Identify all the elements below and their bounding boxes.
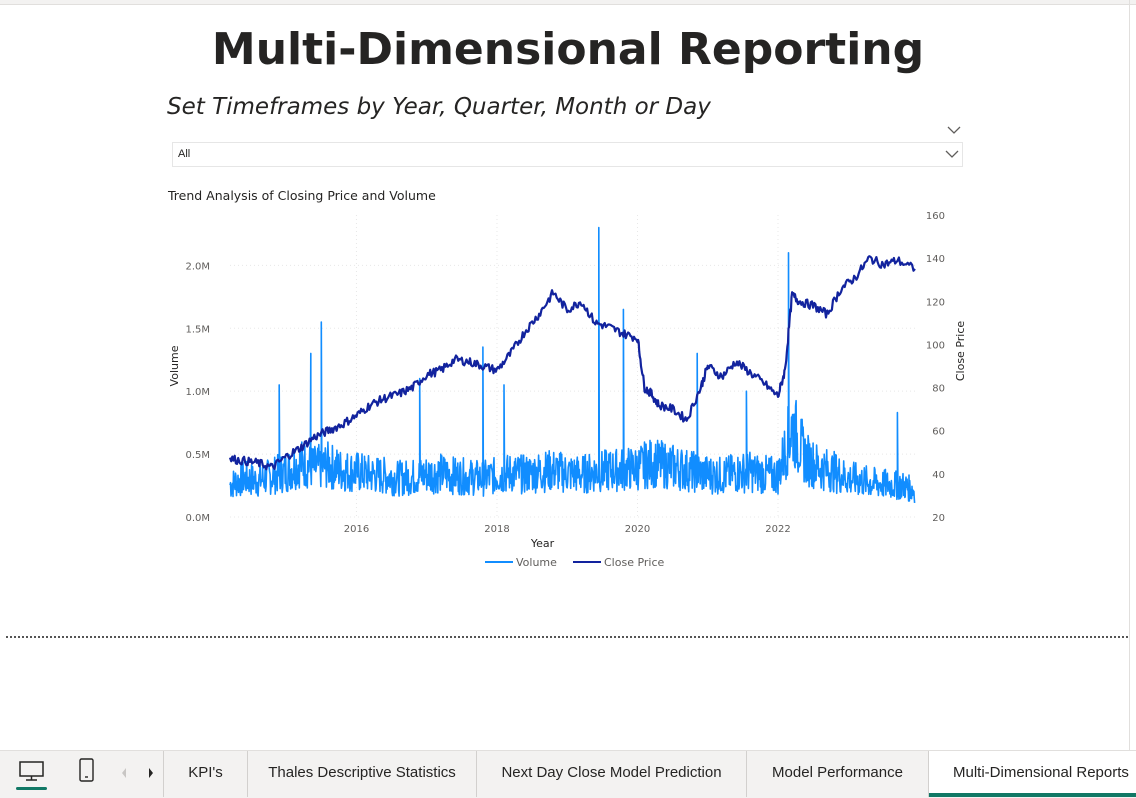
tab-kpis[interactable]: KPI's bbox=[163, 751, 247, 797]
tab-label: Thales Descriptive Statistics bbox=[268, 764, 456, 781]
y-left-tick-label: 0.0M bbox=[185, 513, 210, 524]
slicer-selected-value: All bbox=[178, 148, 191, 160]
tab-label: Model Performance bbox=[772, 764, 903, 781]
tab-label: Multi-Dimensional Reports bbox=[953, 764, 1129, 781]
y-right-tick-label: 100 bbox=[926, 340, 945, 351]
desktop-icon[interactable] bbox=[18, 759, 46, 783]
tab-thales-descriptive-statistics[interactable]: Thales Descriptive Statistics bbox=[247, 751, 476, 797]
x-axis-title: Year bbox=[530, 537, 555, 550]
chevron-right-icon[interactable] bbox=[145, 765, 157, 781]
y-right-tick-label: 80 bbox=[932, 384, 945, 395]
page-subtitle: Set Timeframes by Year, Quarter, Month o… bbox=[167, 94, 711, 120]
y-left-axis-title: Volume bbox=[168, 345, 181, 386]
chevron-left-icon[interactable] bbox=[118, 765, 130, 781]
tab-multi-dimensional-reports[interactable]: Multi-Dimensional Reports bbox=[928, 751, 1136, 797]
tab-model-performance[interactable]: Model Performance bbox=[746, 751, 928, 797]
close-price-series-line bbox=[228, 255, 916, 471]
chevron-down-icon[interactable] bbox=[944, 147, 960, 161]
y-right-tick-label: 40 bbox=[932, 470, 945, 481]
tab-label: Next Day Close Model Prediction bbox=[501, 764, 722, 781]
canvas-right-border bbox=[1129, 0, 1130, 750]
y-left-tick-label: 2.0M bbox=[185, 261, 210, 272]
x-tick-label: 2018 bbox=[484, 524, 509, 535]
legend-label-close-price: Close Price bbox=[604, 556, 665, 569]
tab-next-day-close-model-prediction[interactable]: Next Day Close Model Prediction bbox=[476, 751, 746, 797]
tab-label: KPI's bbox=[188, 764, 223, 781]
chevron-down-icon[interactable] bbox=[945, 123, 963, 137]
x-tick-label: 2020 bbox=[625, 524, 650, 535]
mobile-icon[interactable] bbox=[78, 757, 96, 783]
volume-series-line bbox=[229, 226, 916, 503]
legend-label-volume: Volume bbox=[516, 556, 557, 569]
y-left-tick-label: 1.0M bbox=[185, 387, 210, 398]
section-divider bbox=[6, 636, 1128, 638]
y-right-axis-title: Close Price bbox=[954, 321, 967, 382]
active-tab-indicator bbox=[929, 793, 1136, 797]
page-tab-bar: KPI's Thales Descriptive Statistics Next… bbox=[0, 750, 1136, 798]
y-right-tick-label: 120 bbox=[926, 297, 945, 308]
desktop-view-indicator bbox=[16, 787, 47, 790]
page-title: Multi-Dimensional Reporting bbox=[211, 24, 925, 75]
y-right-tick-label: 60 bbox=[932, 427, 945, 438]
x-tick-label: 2016 bbox=[344, 524, 369, 535]
y-right-tick-label: 20 bbox=[932, 513, 945, 524]
y-left-tick-label: 1.5M bbox=[185, 324, 210, 335]
timeframe-slicer[interactable]: All bbox=[172, 142, 963, 167]
y-right-tick-label: 160 bbox=[926, 211, 945, 222]
trend-chart: 0.0M 0.5M 1.0M 1.5M 2.0M 20 40 60 80 100 120 140 160… bbox=[168, 211, 967, 569]
y-left-tick-label: 0.5M bbox=[185, 450, 210, 461]
y-right-tick-label: 140 bbox=[926, 254, 945, 265]
x-tick-label: 2022 bbox=[765, 524, 790, 535]
chart-title: Trend Analysis of Closing Price and Volu… bbox=[168, 188, 436, 203]
